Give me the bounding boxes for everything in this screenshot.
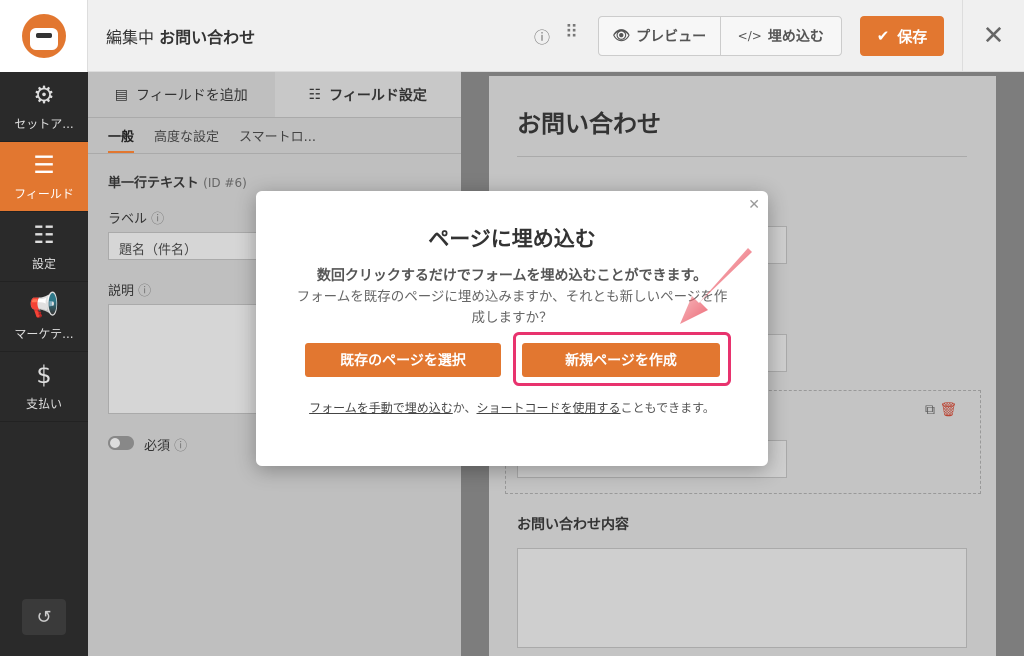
content-textarea[interactable] — [517, 548, 967, 648]
help-icon: ⓘ — [151, 212, 165, 227]
tab-label: フィールドを追加 — [136, 87, 248, 104]
subtab-advanced[interactable]: 高度な設定 — [154, 126, 219, 153]
modal-title: ページに埋め込む — [428, 227, 596, 251]
modal-footer: フォームを手動で埋め込むか、ショートコードを使用することもできます。 — [296, 400, 728, 416]
close-icon[interactable]: ✕ — [962, 0, 1024, 72]
modal-description: フォームを既存のページに埋め込みますか、それとも新しいページを作成しますか？ — [296, 289, 728, 326]
required-label: 必須 ⓘ — [144, 439, 188, 454]
page-title: 編集中 お問い合わせ — [106, 24, 255, 48]
select-existing-page-button[interactable]: 既存のページを選択 — [305, 343, 501, 377]
embed-modal: ✕ ページに埋め込む 数回クリックするだけでフォームを埋め込むことができます。 … — [256, 191, 768, 466]
description-label: 説明 ⓘ — [108, 284, 152, 299]
grid-icon[interactable]: ⠿ — [565, 22, 578, 43]
sidebar-item-fields[interactable]: ☰ フィールド — [0, 142, 88, 212]
check-icon: ✔ — [876, 27, 890, 45]
megaphone-icon: 📢 — [29, 291, 59, 319]
footer-text: か、 — [452, 401, 477, 415]
eye-icon: 👁 — [612, 28, 631, 44]
required-toggle[interactable] — [108, 436, 134, 450]
sidebar-item-payments[interactable]: $ 支払い — [0, 352, 88, 422]
gear-icon: ⚙ — [33, 81, 55, 109]
subtab-general[interactable]: 一般 — [108, 126, 135, 153]
sidebar-item-label: 支払い — [25, 397, 62, 411]
history-icon[interactable]: ↺ — [22, 599, 66, 635]
close-icon[interactable]: ✕ — [748, 197, 760, 213]
tab-field-options[interactable]: ☷ フィールド設定 — [274, 72, 461, 117]
modal-description-bold: 数回クリックするだけでフォームを埋め込むことができます。 — [316, 268, 708, 284]
sidebar-item-label: セットア... — [14, 117, 74, 131]
panel-tabs: ▤ フィールドを追加 ☷ フィールド設定 — [88, 72, 461, 118]
save-button[interactable]: ✔ 保存 — [860, 16, 944, 56]
sliders-icon: ☷ — [33, 221, 55, 249]
sidebar-item-marketing[interactable]: 📢 マーケテ... — [0, 282, 88, 352]
trash-icon[interactable]: 🗑 — [939, 402, 957, 418]
field-title: 単一行テキスト (ID #6) — [108, 172, 247, 191]
top-bar: 編集中 お問い合わせ ⓘ ⠿ 👁 プレビュー </> 埋め込む ✔ 保存 ✕ — [0, 0, 1024, 72]
list-icon: ▤ — [114, 86, 128, 103]
tab-label: フィールド設定 — [329, 87, 427, 104]
save-label: 保存 — [897, 27, 928, 46]
code-icon: </> — [737, 29, 762, 43]
field-actions: ⧉ 🗑 — [925, 402, 957, 418]
create-new-page-button[interactable]: 新規ページを作成 — [522, 343, 720, 377]
fields-icon: ☰ — [33, 151, 55, 179]
bear-icon — [21, 14, 66, 58]
sidebar-item-setup[interactable]: ⚙ セットア... — [0, 72, 88, 142]
preview-embed-group: 👁 プレビュー </> 埋め込む — [598, 16, 842, 56]
help-icon: ⓘ — [174, 439, 188, 454]
preview-label: プレビュー — [636, 29, 707, 45]
manual-embed-link[interactable]: フォームを手動で埋め込む — [309, 401, 453, 415]
sidebar-item-label: フィールド — [14, 187, 74, 201]
left-sidebar: ⚙ セットア... ☰ フィールド ☷ 設定 📢 マーケテ... $ 支払い ↺ — [0, 72, 88, 656]
embed-button[interactable]: </> 埋め込む — [719, 17, 842, 55]
sliders-icon: ☷ — [308, 86, 322, 103]
wpforms-logo — [0, 0, 88, 72]
form-name: お問い合わせ — [159, 28, 256, 47]
shortcode-link[interactable]: ショートコードを使用する — [477, 401, 621, 415]
divider — [517, 156, 967, 157]
sidebar-item-label: マーケテ... — [14, 327, 74, 341]
subtab-smart-logic[interactable]: スマートロ... — [239, 126, 316, 153]
help-icon[interactable]: ⓘ — [534, 24, 550, 48]
embed-label: 埋め込む — [767, 29, 824, 45]
dollar-icon: $ — [36, 361, 52, 389]
preview-button[interactable]: 👁 プレビュー — [599, 17, 720, 55]
help-icon: ⓘ — [138, 284, 152, 299]
footer-text: こともできます。 — [620, 401, 715, 415]
duplicate-icon[interactable]: ⧉ — [925, 402, 935, 418]
content-label: お問い合わせ内容 — [517, 517, 629, 533]
preview-title: お問い合わせ — [517, 110, 661, 138]
tab-add-fields[interactable]: ▤ フィールドを追加 — [88, 72, 275, 117]
label-field-label: ラベル ⓘ — [108, 212, 165, 227]
field-type: 単一行テキスト — [108, 176, 199, 191]
sidebar-item-label: 設定 — [31, 257, 56, 271]
sidebar-item-settings[interactable]: ☷ 設定 — [0, 212, 88, 282]
field-subtabs: 一般 高度な設定 スマートロ... — [88, 118, 461, 154]
field-id: (ID #6) — [203, 176, 247, 190]
editing-prefix: 編集中 — [106, 28, 155, 47]
